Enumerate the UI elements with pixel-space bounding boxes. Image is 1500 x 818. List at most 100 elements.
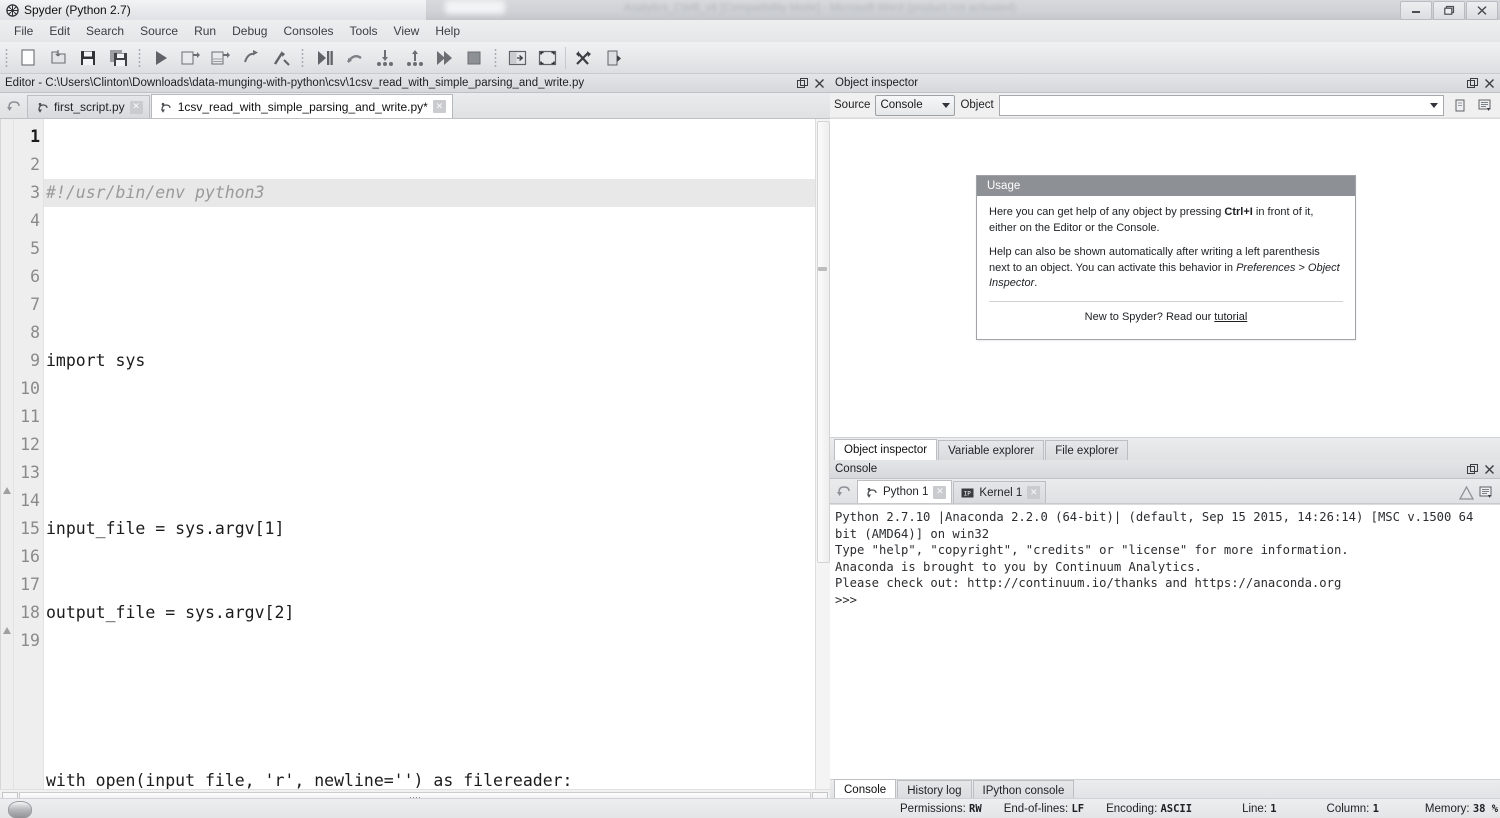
options-icon[interactable] [1475,95,1496,116]
undock-icon[interactable] [1465,462,1479,476]
restore-button[interactable] [1433,0,1465,20]
menu-bar: File Edit Search Source Run Debug Consol… [0,20,1500,43]
run-cell-advance-icon[interactable] [207,44,235,71]
source-select[interactable]: Console [875,94,956,116]
maximize-pane-icon[interactable] [503,44,531,71]
close-icon[interactable] [1482,76,1496,90]
save-file-icon[interactable] [74,44,102,71]
right-pane-tabstrip: Object inspector Variable explorer File … [830,437,1500,460]
run-cell-icon[interactable] [177,44,205,71]
close-button[interactable] [1466,0,1498,20]
close-icon[interactable]: ✕ [432,100,446,113]
background-window-title: Analytics_CWB_v6 [Compatibility Mode] - … [623,2,1017,14]
debug-step-into-icon[interactable] [370,44,398,71]
toolbar-grip-2[interactable] [136,46,143,69]
scroll-marker [818,267,827,271]
preferences-icon[interactable] [570,44,598,71]
source-label: Source [834,99,871,111]
close-icon[interactable] [1482,462,1496,476]
chevron-down-icon[interactable] [1430,102,1438,108]
tab-ipython-console[interactable]: IPython console [972,780,1075,800]
save-all-icon[interactable] [104,44,132,71]
console-tab-python-1[interactable]: Python 1 ✕ [857,480,953,503]
status-encoding: Encoding: ASCII [1106,803,1192,815]
usage-divider [989,301,1343,303]
menu-file[interactable]: File [6,22,41,40]
window-controls [1399,0,1498,20]
code-editor[interactable]: 1 2 3 4 5 6 7 8 9 10 11 12 13 14 15 16 1 [0,119,830,789]
tab-file-explorer[interactable]: File explorer [1045,440,1129,460]
debug-stop-icon[interactable] [460,44,488,71]
editor-warning-column[interactable] [1,119,14,789]
object-input[interactable] [998,94,1444,116]
debug-continue-icon[interactable] [430,44,458,71]
code-line: import sys [46,351,146,370]
undock-icon[interactable] [1465,76,1479,90]
editor-vertical-scrollbar[interactable] [815,119,830,789]
menu-consoles[interactable]: Consoles [275,22,341,40]
console-tabstrip-actions [1458,485,1500,503]
console-tab-kernel-1[interactable]: IP Kernel 1 ✕ [953,481,1047,503]
line-number: 19 [20,631,40,650]
toolbar-grip-4[interactable] [492,46,499,69]
pythonpath-manager-icon[interactable] [600,44,628,71]
debug-step-over-icon[interactable] [340,44,368,71]
fullscreen-icon[interactable] [533,44,561,71]
menu-run[interactable]: Run [186,22,224,40]
code-line: output_file = sys.argv[2] [46,603,295,622]
configure-run-icon[interactable] [267,44,295,71]
code-line: input_file = sys.argv[1] [46,519,285,538]
warning-icon[interactable] [1458,485,1475,503]
minimize-button[interactable] [1400,0,1432,20]
line-number: 6 [30,267,40,286]
close-icon[interactable]: ✕ [129,100,143,114]
warning-icon[interactable] [3,627,11,634]
lock-icon[interactable] [1449,95,1470,116]
line-number: 2 [30,155,40,174]
menu-view[interactable]: View [386,22,428,40]
tab-object-inspector[interactable]: Object inspector [834,439,938,460]
debug-file-icon[interactable] [310,44,338,71]
ipython-kernel-icon: IP [961,486,974,499]
tab-console[interactable]: Console [834,779,897,800]
options-icon[interactable] [1479,485,1494,503]
line-number: 5 [30,239,40,258]
menu-tools[interactable]: Tools [342,22,386,40]
editor-tab-1csv-read[interactable]: 1csv_read_with_simple_parsing_and_write.… [150,94,453,118]
close-icon[interactable]: ✕ [933,485,947,499]
tab-variable-explorer[interactable]: Variable explorer [938,440,1045,460]
toolbar-grip[interactable] [3,46,10,69]
usage-p1-shortcut: Ctrl+I [1224,206,1253,218]
menu-search[interactable]: Search [78,22,132,40]
console-output-area[interactable]: Python 2.7.10 |Anaconda 2.2.0 (64-bit)| … [830,504,1500,806]
close-icon[interactable]: ✕ [1027,486,1041,499]
close-icon[interactable] [812,76,826,90]
scrollbar-thumb[interactable] [817,121,830,563]
run-selection-icon[interactable] [237,44,265,71]
code-text[interactable]: #!/usr/bin/env python3 import sys input_… [44,119,830,789]
run-file-icon[interactable] [147,44,175,71]
status-bar-right: Permissions: RW End-of-lines: LF Encodin… [830,803,1500,815]
status-line-value: 1 [1270,803,1277,815]
editor-tab-label: 1csv_read_with_simple_parsing_and_write.… [177,99,428,114]
menu-source[interactable]: Source [132,22,186,40]
undock-icon[interactable] [795,76,809,90]
debug-step-return-icon[interactable] [400,44,428,71]
tab-history-log[interactable]: History log [897,780,972,800]
window-title: Spyder (Python 2.7) [24,3,131,17]
svg-text:IP: IP [964,490,972,497]
menu-help[interactable]: Help [427,22,468,40]
open-file-icon[interactable] [44,44,72,71]
new-file-icon[interactable] [14,44,42,71]
tutorial-link[interactable]: tutorial [1214,311,1247,323]
spyder-icon [6,3,19,17]
console-panel-title: Console [830,460,1500,479]
menu-edit[interactable]: Edit [41,22,78,40]
browse-tabs-icon[interactable] [4,95,24,117]
status-column-value: 1 [1372,803,1379,815]
menu-debug[interactable]: Debug [224,22,275,40]
editor-tab-first-script[interactable]: first_script.py ✕ [27,95,150,118]
browse-tabs-icon[interactable] [834,480,854,502]
toolbar-grip-3[interactable] [299,46,306,69]
warning-icon[interactable] [3,487,11,494]
